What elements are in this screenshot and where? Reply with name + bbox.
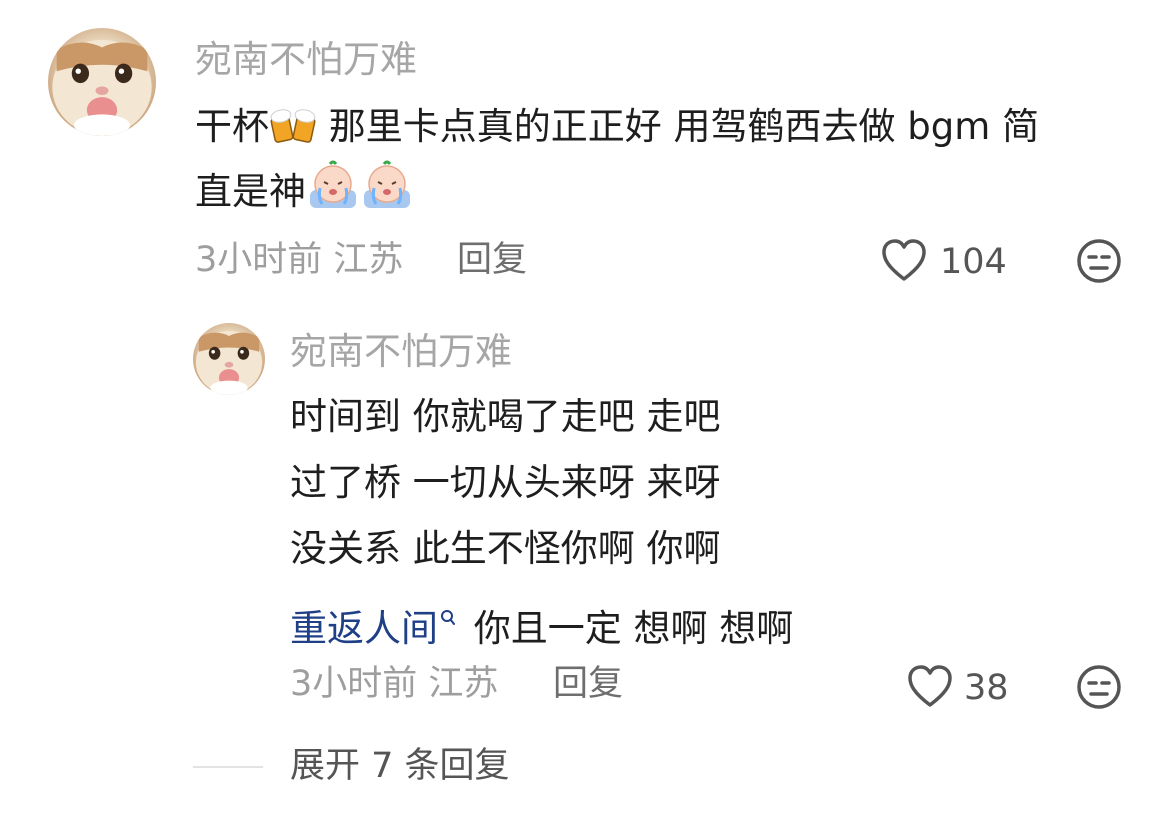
comment-time: 3小时前 <box>195 240 323 280</box>
comment-text-line-2: 直是神 <box>195 158 414 231</box>
expand-divider <box>193 766 263 768</box>
avatar[interactable] <box>48 28 156 136</box>
cat-face-icon <box>195 330 263 395</box>
reply-meta: 3小时前 江苏 <box>290 662 498 706</box>
search-icon <box>440 584 456 646</box>
reply-text-part: 你且一定 想啊 想啊 <box>473 607 794 650</box>
comment-location: 江苏 <box>333 240 404 280</box>
comment-text-part: 干杯 <box>195 105 269 148</box>
dislike-face-icon[interactable] <box>1076 238 1122 284</box>
song-link-text: 重返人间 <box>290 607 438 650</box>
avatar[interactable] <box>193 323 265 395</box>
expand-replies-button[interactable]: 展开 7 条回复 <box>290 744 510 788</box>
comment-thread: 宛南不怕万难 干杯 那里卡点真的正正好 用驾鹤西去做 bgm 简 直是神 3小时… <box>0 0 1170 819</box>
comment-meta: 3小时前 江苏 <box>195 238 403 282</box>
reply-like-count: 38 <box>964 668 1009 708</box>
reply-reply-button[interactable]: 回复 <box>553 662 623 706</box>
reply-text-line: 重返人间 你且一定 想啊 想啊 <box>290 584 793 660</box>
crying-baby-icon <box>360 158 414 231</box>
dislike-face-icon[interactable] <box>1076 664 1122 710</box>
song-search-link[interactable]: 重返人间 <box>290 607 456 650</box>
crying-baby-icon <box>306 158 360 231</box>
beer-mugs-icon <box>269 104 317 166</box>
reply-time: 3小时前 <box>290 664 418 704</box>
comment-text-part: 直是神 <box>195 170 306 213</box>
heart-icon[interactable] <box>906 664 954 710</box>
comment-reply-button[interactable]: 回复 <box>457 238 527 282</box>
reply-text-line: 时间到 你就喝了走吧 走吧 <box>290 395 721 438</box>
cat-face-icon <box>52 39 152 136</box>
reply-location: 江苏 <box>428 664 499 704</box>
comment-text-line-1: 干杯 那里卡点真的正正好 用驾鹤西去做 bgm 简 <box>195 96 1039 166</box>
comment-username[interactable]: 宛南不怕万难 <box>195 38 417 82</box>
heart-icon[interactable] <box>880 238 928 284</box>
reply-text-line: 没关系 此生不怪你啊 你啊 <box>290 527 721 570</box>
comment-text-part: 那里卡点真的正正好 用驾鹤西去做 bgm 简 <box>328 105 1040 148</box>
reply-text-line: 过了桥 一切从头来呀 来呀 <box>290 461 721 504</box>
comment-like-count: 104 <box>940 242 1007 282</box>
reply-username[interactable]: 宛南不怕万难 <box>290 330 512 374</box>
